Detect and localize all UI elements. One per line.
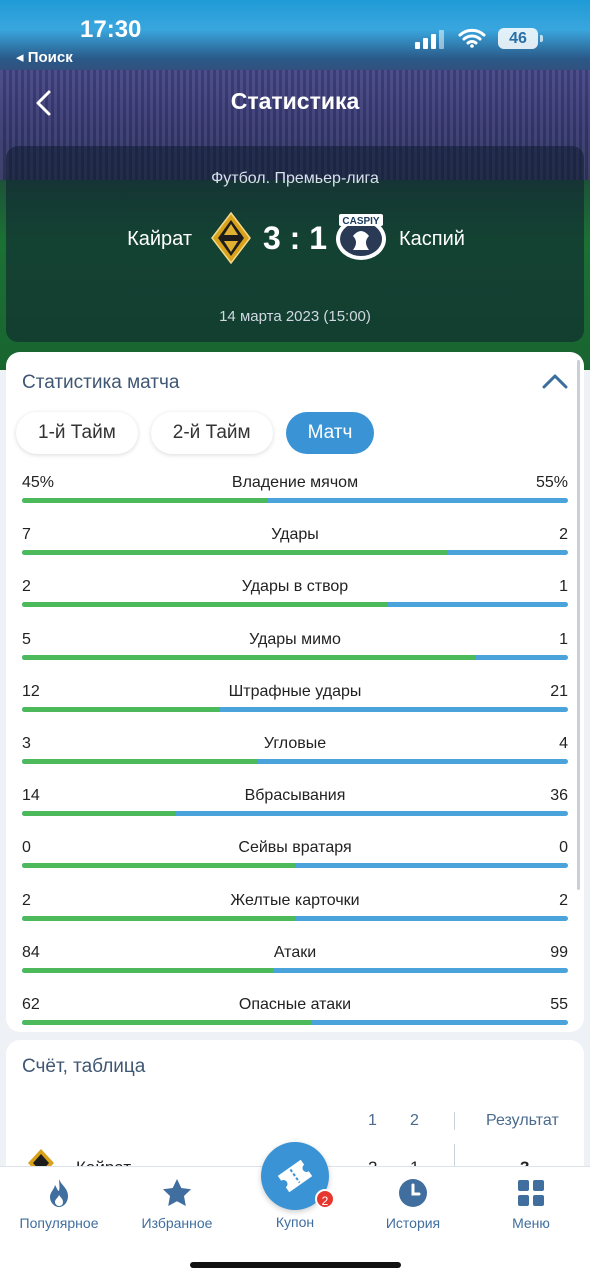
stat-bar (22, 654, 568, 660)
stat-bar-home-fill (22, 602, 388, 608)
stat-bar (22, 1020, 568, 1025)
stat-name: Удары (271, 526, 319, 544)
tab-popular-label: Популярное (19, 1215, 99, 1231)
star-icon (163, 1179, 191, 1206)
stat-away-value: 1 (559, 630, 568, 648)
tab-match[interactable]: Матч (285, 412, 375, 454)
stat-name: Удары мимо (249, 630, 341, 648)
stat-bar (22, 967, 568, 973)
stat-row: 14 Вбрасывания 36 (22, 787, 568, 839)
coupon-label: Купон (275, 1214, 315, 1230)
flame-icon (50, 1179, 68, 1207)
away-team-name: Каспий (399, 228, 465, 250)
stat-bar-home-fill (22, 759, 257, 764)
stat-away-value: 99 (550, 943, 568, 961)
stat-bar (22, 811, 568, 817)
match-score: 3 : 1 (262, 220, 328, 256)
stat-row: 3 Угловые 4 (22, 735, 568, 787)
stat-bar-home-fill (22, 1020, 312, 1025)
stat-bar (22, 915, 568, 921)
status-time: 17:30 (80, 16, 142, 43)
stat-row: 0 Сейвы вратаря 0 (22, 839, 568, 891)
stat-away-value: 2 (559, 526, 568, 544)
column-divider (454, 1112, 455, 1130)
stat-bar-home-fill (22, 915, 295, 921)
stat-row: 12 Штрафные удары 21 (22, 683, 568, 735)
stat-bar (22, 550, 568, 556)
match-card: Футбол. Премьер-лига Кайрат 3 : 1 CASPIY… (6, 146, 584, 342)
stat-bar-home-fill (22, 550, 448, 556)
col-header-period-1: 1 (368, 1112, 377, 1129)
back-to-search-link[interactable]: ◂ Поиск (16, 48, 73, 66)
stat-row: 45% Владение мячом 55% (22, 474, 568, 526)
stat-bar-home-fill (22, 654, 476, 660)
stat-bar-home-fill (22, 863, 295, 869)
stat-row: 84 Атаки 99 (22, 944, 568, 996)
stat-bar (22, 759, 568, 764)
tab-second-half[interactable]: 2-й Тайм (150, 412, 273, 454)
caspiy-logo-text: CASPIY (342, 216, 380, 227)
stat-away-value: 36 (550, 787, 568, 805)
stat-row: 2 Желтые карточки 2 (22, 892, 568, 944)
stat-name: Атаки (273, 943, 317, 961)
stat-name: Вбрасывания (244, 787, 346, 805)
battery-indicator: 46 (498, 28, 543, 49)
stat-bar (22, 498, 568, 503)
tab-favorites[interactable]: Избранное (118, 1177, 236, 1231)
stat-bar-home-fill (22, 967, 274, 973)
scrollbar[interactable] (577, 360, 580, 890)
tab-popular[interactable]: Популярное (0, 1177, 118, 1231)
stat-bar-home-fill (22, 706, 219, 712)
stat-bar (22, 602, 568, 608)
stat-name: Удары в створ (241, 578, 349, 596)
match-stats-panel: Статистика матча 1-й Тайм 2-й Тайм Матч … (6, 352, 584, 1032)
wifi-icon (458, 28, 486, 48)
tab-favorites-label: Избранное (141, 1215, 213, 1231)
stat-away-value: 21 (550, 682, 568, 700)
collapse-chevron-up-icon[interactable] (542, 372, 568, 390)
status-bar: 17:30 ◂ Поиск 46 (0, 0, 590, 66)
coupon-count-badge: 2 (315, 1189, 335, 1209)
stat-row: 2 Удары в створ 1 (22, 578, 568, 630)
stat-bar (22, 706, 568, 712)
tab-history-label: История (385, 1215, 441, 1231)
grid-menu-icon (518, 1180, 544, 1206)
stat-away-value: 2 (559, 891, 568, 909)
tab-history[interactable]: История (354, 1177, 472, 1231)
stat-row: 5 Удары мимо 1 (22, 631, 568, 683)
match-stats-title: Статистика матча (22, 372, 180, 393)
stat-away-value: 55 (550, 996, 568, 1013)
match-date: 14 марта 2023 (15:00) (219, 308, 371, 325)
stat-name: Угловые (263, 735, 327, 752)
home-indicator[interactable] (190, 1262, 401, 1268)
stat-bar (22, 863, 568, 869)
col-header-result: Результат (486, 1112, 559, 1129)
score-table-title: Счёт, таблица (22, 1056, 146, 1077)
stat-name: Желтые карточки (230, 891, 360, 909)
stat-away-value: 55% (535, 474, 568, 491)
tab-first-half[interactable]: 1-й Тайм (16, 412, 138, 454)
clock-icon (399, 1179, 427, 1207)
stat-row: 7 Удары 2 (22, 526, 568, 578)
stat-away-value: 4 (559, 735, 568, 752)
stat-name: Штрафные удары (228, 682, 362, 700)
league-name: Футбол. Премьер-лига (211, 170, 379, 187)
tab-menu[interactable]: Меню (472, 1177, 590, 1231)
period-tabs: 1-й Тайм 2-й Тайм Матч (16, 412, 375, 454)
stat-name: Владение мячом (231, 474, 359, 491)
page-title: Статистика (230, 88, 360, 114)
caspiy-logo-icon: CASPIY (336, 214, 386, 260)
tab-menu-label: Меню (512, 1215, 550, 1231)
col-header-period-2: 2 (410, 1112, 419, 1129)
stat-bar-home-fill (22, 498, 268, 503)
signal-icon (415, 30, 444, 49)
stat-away-value: 1 (559, 578, 568, 596)
stat-name: Сейвы вратаря (238, 839, 352, 857)
stat-bar-home-fill (22, 811, 175, 817)
stat-away-value: 0 (559, 839, 568, 857)
stat-name: Опасные атаки (238, 996, 352, 1013)
